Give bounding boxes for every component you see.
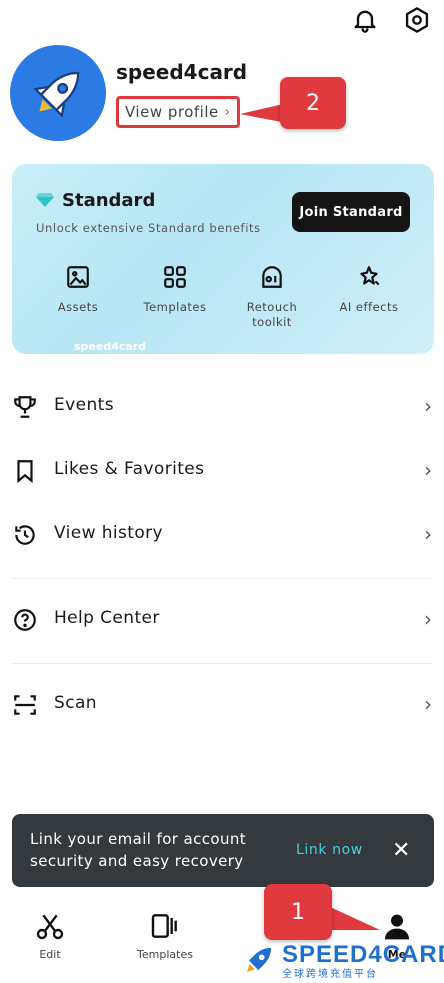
tab-label: Templates xyxy=(137,948,193,961)
view-profile-label: View profile xyxy=(125,103,219,121)
feature-ai-effects[interactable]: AI effects xyxy=(324,264,414,315)
help-icon xyxy=(14,609,36,631)
tab-label: Edit xyxy=(39,948,61,961)
chevron-right-icon: › xyxy=(424,522,432,546)
tab-edit[interactable]: Edit xyxy=(5,910,95,961)
retouch-icon xyxy=(262,266,282,288)
menu-label: Help Center xyxy=(54,608,160,628)
rocket-icon xyxy=(33,71,80,118)
join-standard-button[interactable]: Join Standard xyxy=(292,192,410,232)
scan-icon xyxy=(14,695,36,715)
feature-assets[interactable]: Assets xyxy=(33,264,123,315)
callout-badge-1: 1 xyxy=(264,884,332,940)
menu-item-scan[interactable]: Scan › xyxy=(0,680,444,730)
link-now-button[interactable]: Link now xyxy=(296,842,363,858)
menu-label: View history xyxy=(54,523,164,543)
scissors-icon xyxy=(36,914,64,940)
chevron-right-icon: › xyxy=(424,394,432,418)
gear-icon[interactable] xyxy=(402,5,432,35)
rocket-logo-icon xyxy=(246,947,272,973)
menu-label: Scan xyxy=(54,693,97,713)
feature-label: AI effects xyxy=(339,300,399,314)
menu-item-history[interactable]: View history › xyxy=(0,510,444,560)
chevron-right-icon: › xyxy=(424,458,432,482)
watermark: speed4card xyxy=(74,340,147,353)
history-icon xyxy=(15,525,35,545)
grid-icon xyxy=(164,266,186,288)
trophy-icon xyxy=(14,396,36,418)
feature-label: Templates xyxy=(143,300,207,314)
chevron-right-icon: › xyxy=(224,104,231,120)
menu-label: Likes & Favorites xyxy=(54,459,205,479)
toast-message: Link your email for account security and… xyxy=(30,830,247,870)
feature-label: Retouch toolkit xyxy=(246,300,298,329)
diamond-icon xyxy=(36,193,54,207)
person-icon xyxy=(385,914,409,940)
menu-label: Events xyxy=(54,395,114,415)
view-profile-link[interactable]: View profile › xyxy=(116,96,240,128)
divider xyxy=(12,663,432,664)
chevron-right-icon: › xyxy=(424,607,432,631)
menu-item-help[interactable]: Help Center › xyxy=(0,595,444,645)
feature-label: Assets xyxy=(57,300,99,314)
menu-item-likes[interactable]: Likes & Favorites › xyxy=(0,446,444,496)
username: speed4card xyxy=(116,60,248,84)
bookmark-icon xyxy=(17,460,33,484)
templates-icon xyxy=(151,914,177,938)
standard-subtitle: Unlock extensive Standard benefits xyxy=(36,221,261,235)
feature-retouch[interactable]: Retouch toolkit xyxy=(227,264,317,330)
chevron-right-icon: › xyxy=(424,692,432,716)
image-icon xyxy=(67,266,89,288)
close-icon[interactable]: ✕ xyxy=(392,838,410,863)
avatar[interactable] xyxy=(10,45,106,141)
menu-item-events[interactable]: Events › xyxy=(0,382,444,432)
brand-watermark: SPEED4CARD 全球跨境充值平台 xyxy=(240,940,444,980)
tab-templates[interactable]: Templates xyxy=(120,910,210,961)
bell-icon[interactable] xyxy=(350,5,380,35)
sparkle-icon xyxy=(360,266,380,286)
callout-badge-2: 2 xyxy=(280,77,346,129)
divider xyxy=(12,578,432,579)
feature-templates[interactable]: Templates xyxy=(130,264,220,315)
callout-arrow xyxy=(328,906,380,930)
standard-title: Standard xyxy=(62,190,156,211)
